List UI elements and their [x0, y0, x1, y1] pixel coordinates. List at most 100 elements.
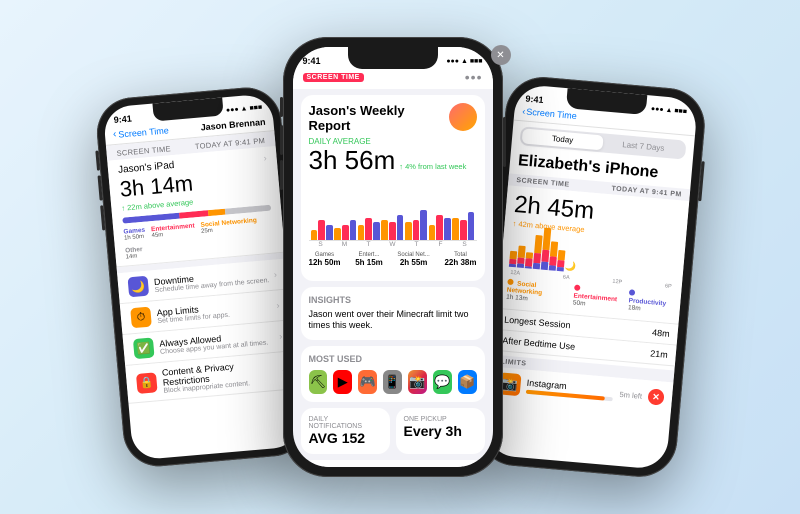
- content-privacy-text: Content & Privacy Restrictions Block ina…: [161, 358, 283, 395]
- power-button: [698, 161, 704, 201]
- report-section: Jason's Weekly Report Daily Average 3h 5…: [301, 95, 485, 281]
- notch: [348, 47, 438, 69]
- bar: [365, 218, 372, 240]
- insights-title: Insights: [309, 295, 477, 305]
- bar: [429, 225, 436, 240]
- app-icon-5: 💬: [433, 370, 452, 394]
- app-icon-4: 📱: [383, 370, 402, 394]
- most-used-title: Most Used: [309, 354, 477, 364]
- bar: [373, 222, 380, 240]
- bar: [389, 222, 396, 240]
- bar: [342, 225, 349, 240]
- downtime-icon: 🌙: [127, 276, 149, 298]
- screen-time-badge: SCREEN TIME: [303, 73, 364, 82]
- bar: [405, 222, 412, 240]
- notifs-section: Daily Notifications AVG 152 One Pickup E…: [301, 408, 485, 454]
- chart-days: S M T W T F S: [309, 241, 477, 248]
- app-limits-text: App Limits Set time limits for apps.: [156, 297, 277, 324]
- chart: S M T W T F S Games 12h 50m: [309, 181, 477, 267]
- one-pickup-label: One Pickup: [404, 416, 477, 423]
- manage-screen-time-button[interactable]: Manage Screen Time: [301, 460, 485, 467]
- more-icon[interactable]: •••: [465, 69, 483, 85]
- status-icons: ●●● ▲ ■■■: [446, 58, 482, 65]
- games-bar: [122, 213, 179, 224]
- app-icon-3: 🎮: [358, 370, 377, 394]
- daily-notifs-card: Daily Notifications AVG 152: [301, 408, 390, 454]
- last7days-tab[interactable]: Last 7 Days: [602, 135, 684, 157]
- bar: [311, 230, 318, 240]
- app-icons-row: ⛏ ▶ 🎮 📱 📸 💬 📦: [309, 370, 477, 394]
- bar: [444, 218, 451, 240]
- status-time: 9:41: [525, 93, 544, 105]
- screen-time-block: 2h 45m ↑ 42m above average: [497, 185, 689, 324]
- right-phone: 9:41 ●●● ▲ ■■■ ‹ Screen Time Today Last …: [474, 74, 707, 480]
- bar: [420, 210, 427, 240]
- left-phone: 9:41 ●●● ▲ ■■■ ‹ Screen Time Jason Brenn…: [93, 85, 310, 470]
- avatar: [449, 103, 477, 131]
- device-row[interactable]: Jason's iPad › 3h 14m ↑ 22m above averag…: [107, 146, 285, 268]
- silent-switch: [280, 97, 283, 117]
- bar: [326, 225, 333, 240]
- limits-bar: Instagram: [525, 378, 614, 402]
- page-title: Jason Brennan: [200, 116, 266, 132]
- app-icon-youtube: ▶: [333, 370, 352, 394]
- chart-categories: Games 12h 50m Entert... 5h 15m Social Ne…: [309, 252, 477, 267]
- from-last: ↑ 4% from last week: [399, 162, 466, 171]
- app-icon-minecraft: ⛏: [309, 370, 328, 394]
- volume-down-button: [100, 205, 105, 230]
- bar: [436, 215, 443, 240]
- status-time: 9:41: [303, 56, 321, 66]
- daily-notifs-value: AVG 152: [309, 430, 382, 446]
- always-allowed-icon: ✅: [132, 338, 154, 360]
- bar: [334, 228, 341, 240]
- big-time: 3h 14m: [118, 171, 193, 201]
- chevron-icon: ›: [263, 152, 267, 162]
- today-tab[interactable]: Today: [521, 128, 603, 150]
- bar: [452, 218, 459, 240]
- bar: [350, 220, 357, 240]
- close-button[interactable]: ✕: [491, 45, 511, 65]
- always-allowed-text: Always Allowed Choose apps you want at a…: [158, 328, 279, 355]
- back-arrow[interactable]: ‹: [112, 129, 116, 140]
- nav-back-label[interactable]: Screen Time: [117, 125, 168, 139]
- bar: [468, 212, 475, 240]
- volume-up-button: [97, 175, 102, 200]
- insights-section: Insights Jason went over their Minecraft…: [301, 287, 485, 340]
- app-icon-6: 📦: [458, 370, 477, 394]
- chevron-icon: ›: [273, 270, 277, 280]
- chevron-icon: ›: [278, 331, 282, 341]
- back-button[interactable]: ‹ Screen Time: [521, 106, 576, 121]
- usage-labels: Games 1h 50m Entertainment 45m Social Ne…: [123, 216, 274, 261]
- status-icons: ●●● ▲ ■■■: [650, 105, 687, 115]
- center-phone: ✕ 9:41 ●●● ▲ ■■■ SCREEN TIME •••: [283, 37, 503, 477]
- status-time: 9:41: [113, 113, 132, 125]
- one-pickup-card: One Pickup Every 3h: [396, 408, 485, 454]
- one-pickup-value: Every 3h: [404, 423, 477, 439]
- limits-remaining: 5m left: [619, 389, 642, 400]
- daily-notifs-label: Daily Notifications: [309, 416, 382, 430]
- entertainment-bar: [178, 210, 208, 219]
- app-icon-instagram: 📸: [408, 370, 427, 394]
- bar: [397, 215, 404, 240]
- bar: [460, 220, 467, 240]
- bar: [318, 220, 325, 240]
- other-bar: [224, 205, 271, 215]
- volume-up-button: [280, 125, 283, 155]
- most-used-section: Most Used ⛏ ▶ 🎮 📱 📸 💬 📦: [301, 346, 485, 402]
- daily-avg-time: 3h 56m: [309, 146, 396, 175]
- moon-icon: 🌙: [564, 261, 571, 272]
- silent-switch: [95, 150, 100, 170]
- bar: [358, 225, 365, 240]
- power-button: [503, 117, 506, 167]
- chevron-icon: ›: [276, 301, 280, 311]
- center-nav: SCREEN TIME •••: [293, 67, 493, 89]
- social-bar: [208, 209, 225, 216]
- status-icons: ●●● ▲ ■■■: [225, 104, 262, 114]
- bar: [413, 220, 420, 240]
- content-privacy-icon: 🔒: [135, 372, 157, 394]
- limits-warning-icon: ✕: [647, 388, 664, 405]
- downtime-text: Downtime Schedule time away from the scr…: [153, 266, 274, 293]
- bar: [381, 220, 388, 240]
- volume-down-button: [280, 160, 283, 190]
- insights-text: Jason went over their Minecraft limit tw…: [309, 309, 477, 332]
